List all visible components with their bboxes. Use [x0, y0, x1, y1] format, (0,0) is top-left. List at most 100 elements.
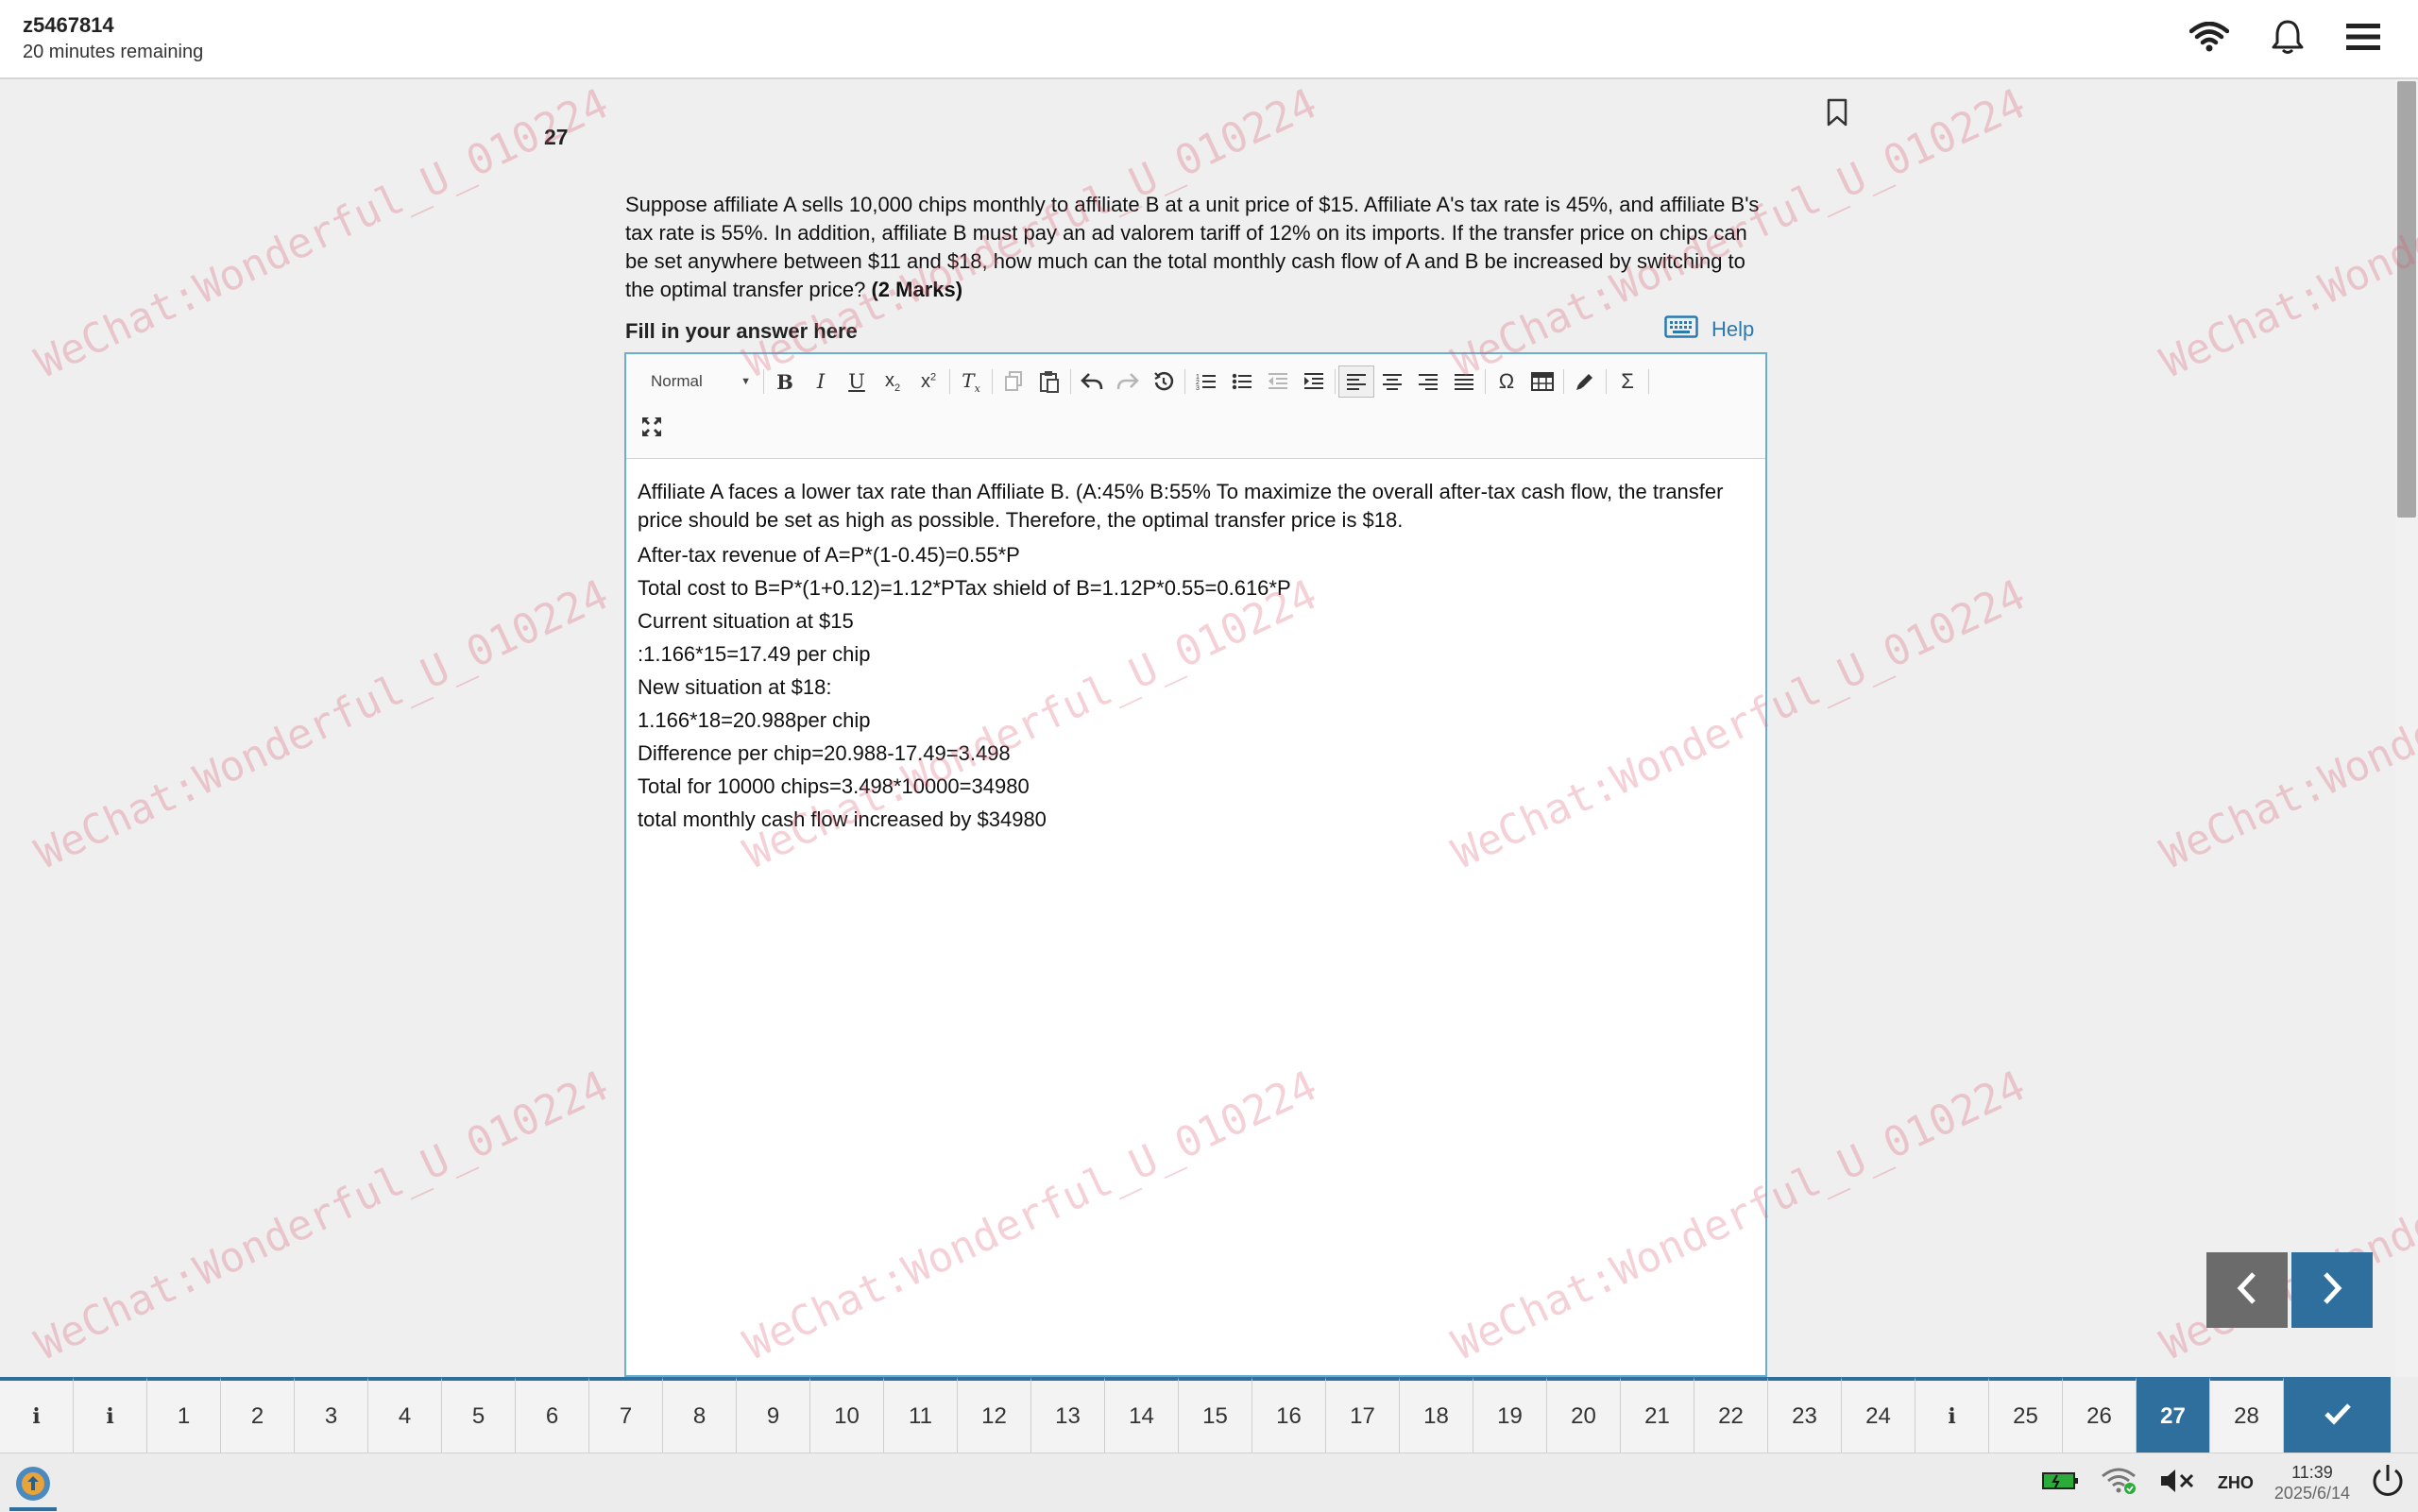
wifi-icon[interactable] [2189, 22, 2229, 52]
question-nav-14[interactable]: 14 [1105, 1377, 1179, 1453]
user-id: z5467814 [23, 13, 114, 37]
question-body: Suppose affiliate A sells 10,000 chips m… [625, 193, 1760, 301]
clock[interactable]: 11:39 2025/6/14 [2274, 1462, 2350, 1504]
clock-time: 11:39 [2291, 1463, 2333, 1482]
question-nav-26[interactable]: 26 [2063, 1377, 2137, 1453]
numbered-list-icon[interactable]: 123 [1188, 365, 1224, 398]
bell-icon[interactable] [2271, 19, 2305, 55]
question-nav-12[interactable]: 12 [958, 1377, 1031, 1453]
superscript-icon[interactable]: x2 [911, 365, 946, 398]
answer-label: Fill in your answer here [625, 319, 858, 343]
bold-icon[interactable]: B [767, 365, 803, 398]
align-justify-icon[interactable] [1446, 365, 1482, 398]
bulleted-list-icon[interactable] [1224, 365, 1260, 398]
caret-down-icon: ▼ [741, 376, 751, 387]
info-icon[interactable]: i [1916, 1377, 1989, 1453]
help-button[interactable]: Help [1664, 315, 1754, 344]
question-nav-23[interactable]: 23 [1768, 1377, 1842, 1453]
scrollbar-thumb[interactable] [2397, 81, 2416, 518]
underline-icon[interactable]: U [839, 365, 875, 398]
italic-icon[interactable]: I [803, 365, 839, 398]
align-center-icon[interactable] [1374, 365, 1410, 398]
pencil-icon[interactable] [1567, 365, 1603, 398]
next-question-button[interactable] [2291, 1252, 2373, 1328]
history-icon[interactable] [1146, 365, 1182, 398]
indent-icon[interactable] [1296, 365, 1332, 398]
special-char-icon[interactable]: Ω [1489, 365, 1524, 398]
question-nav-2[interactable]: 2 [221, 1377, 295, 1453]
hamburger-menu-icon[interactable] [2346, 23, 2380, 51]
format-dropdown-value: Normal [651, 372, 703, 390]
question-nav-19[interactable]: 19 [1473, 1377, 1547, 1453]
table-icon[interactable] [1524, 365, 1560, 398]
question-nav-16[interactable]: 16 [1252, 1377, 1326, 1453]
align-left-icon[interactable] [1338, 365, 1374, 398]
header-icons [2189, 19, 2380, 55]
answer-line: New situation at $18: [638, 675, 832, 699]
question-nav-10[interactable]: 10 [810, 1377, 884, 1453]
watermark: WeChat:Wonderful_U_010224 [2154, 79, 2418, 388]
answer-line: :1.166*15=17.49 per chip [638, 642, 871, 666]
question-nav-18[interactable]: 18 [1400, 1377, 1473, 1453]
info-icon[interactable]: i [0, 1377, 74, 1453]
question-navigator: i i 1 2 3 4 5 6 7 8 9 10 11 12 13 14 15 16 17 18 19 20 21 22 23 2… [0, 1377, 2418, 1453]
time-remaining: 20 minutes remaining [23, 42, 204, 62]
question-nav-13[interactable]: 13 [1031, 1377, 1105, 1453]
previous-question-button[interactable] [2206, 1252, 2288, 1328]
power-icon[interactable] [2371, 1463, 2405, 1504]
align-right-icon[interactable] [1410, 365, 1446, 398]
question-nav-11[interactable]: 11 [884, 1377, 958, 1453]
paste-icon[interactable] [1031, 365, 1067, 398]
question-nav-28[interactable]: 28 [2210, 1377, 2284, 1453]
question-nav-21[interactable]: 21 [1621, 1377, 1694, 1453]
question-nav-4[interactable]: 4 [368, 1377, 442, 1453]
language-indicator[interactable]: ZHO [2218, 1473, 2254, 1493]
question-nav-15[interactable]: 15 [1179, 1377, 1252, 1453]
sigma-icon[interactable]: Σ [1609, 365, 1645, 398]
exam-app-icon[interactable] [9, 1460, 57, 1511]
question-nav-27[interactable]: 27 [2137, 1377, 2210, 1453]
question-nav-17[interactable]: 17 [1326, 1377, 1400, 1453]
answer-editor[interactable]: Normal ▼ B I U x2 x2 Tx 1 2 3 Ω Σ Affili… [624, 352, 1767, 1377]
question-nav-5[interactable]: 5 [442, 1377, 516, 1453]
volume-muted-icon[interactable] [2159, 1468, 2197, 1499]
answer-line: After-tax revenue of A=P*(1-0.45)=0.55*P [638, 543, 1020, 567]
watermark: WeChat:Wonderful_U_010224 [28, 570, 616, 879]
watermark: WeChat:Wonderful_U_010224 [28, 1062, 616, 1370]
question-nav-25[interactable]: 25 [1989, 1377, 2063, 1453]
info-icon[interactable]: i [74, 1377, 147, 1453]
question-nav-8[interactable]: 8 [663, 1377, 737, 1453]
keyboard-icon [1664, 315, 1698, 344]
battery-icon[interactable] [2041, 1470, 2080, 1496]
undo-icon[interactable] [1074, 365, 1110, 398]
answer-line: Difference per chip=20.988-17.49=3.498 [638, 741, 1011, 765]
top-header: z5467814 20 minutes remaining [0, 0, 2418, 79]
clear-format-icon[interactable]: Tx [953, 365, 989, 398]
help-label: Help [1711, 317, 1755, 341]
format-dropdown[interactable]: Normal ▼ [634, 366, 760, 397]
answer-paragraph: Affiliate A faces a lower tax rate than … [638, 480, 1724, 532]
question-nav-9[interactable]: 9 [737, 1377, 810, 1453]
network-icon[interactable] [2101, 1467, 2138, 1500]
outdent-icon[interactable] [1260, 365, 1296, 398]
answer-line: Total for 10000 chips=3.498*10000=34980 [638, 774, 1030, 798]
svg-text:3: 3 [1196, 385, 1200, 391]
taskbar: ZHO 11:39 2025/6/14 [0, 1453, 2418, 1512]
bookmark-icon[interactable] [1827, 98, 1848, 131]
redo-icon[interactable] [1110, 365, 1146, 398]
question-nav-1[interactable]: 1 [147, 1377, 221, 1453]
editor-content[interactable]: Affiliate A faces a lower tax rate than … [626, 459, 1765, 836]
answer-line: 1.166*18=20.988per chip [638, 708, 871, 732]
question-nav-3[interactable]: 3 [295, 1377, 368, 1453]
question-nav-22[interactable]: 22 [1694, 1377, 1768, 1453]
question-nav-20[interactable]: 20 [1547, 1377, 1621, 1453]
submit-button[interactable] [2284, 1377, 2391, 1453]
question-marks: (2 Marks) [871, 278, 963, 301]
chevron-right-icon [2320, 1271, 2344, 1310]
copy-icon[interactable] [996, 365, 1031, 398]
subscript-icon[interactable]: x2 [875, 365, 911, 398]
question-nav-6[interactable]: 6 [516, 1377, 589, 1453]
fullscreen-icon[interactable] [634, 411, 670, 443]
question-nav-24[interactable]: 24 [1842, 1377, 1916, 1453]
question-nav-7[interactable]: 7 [589, 1377, 663, 1453]
